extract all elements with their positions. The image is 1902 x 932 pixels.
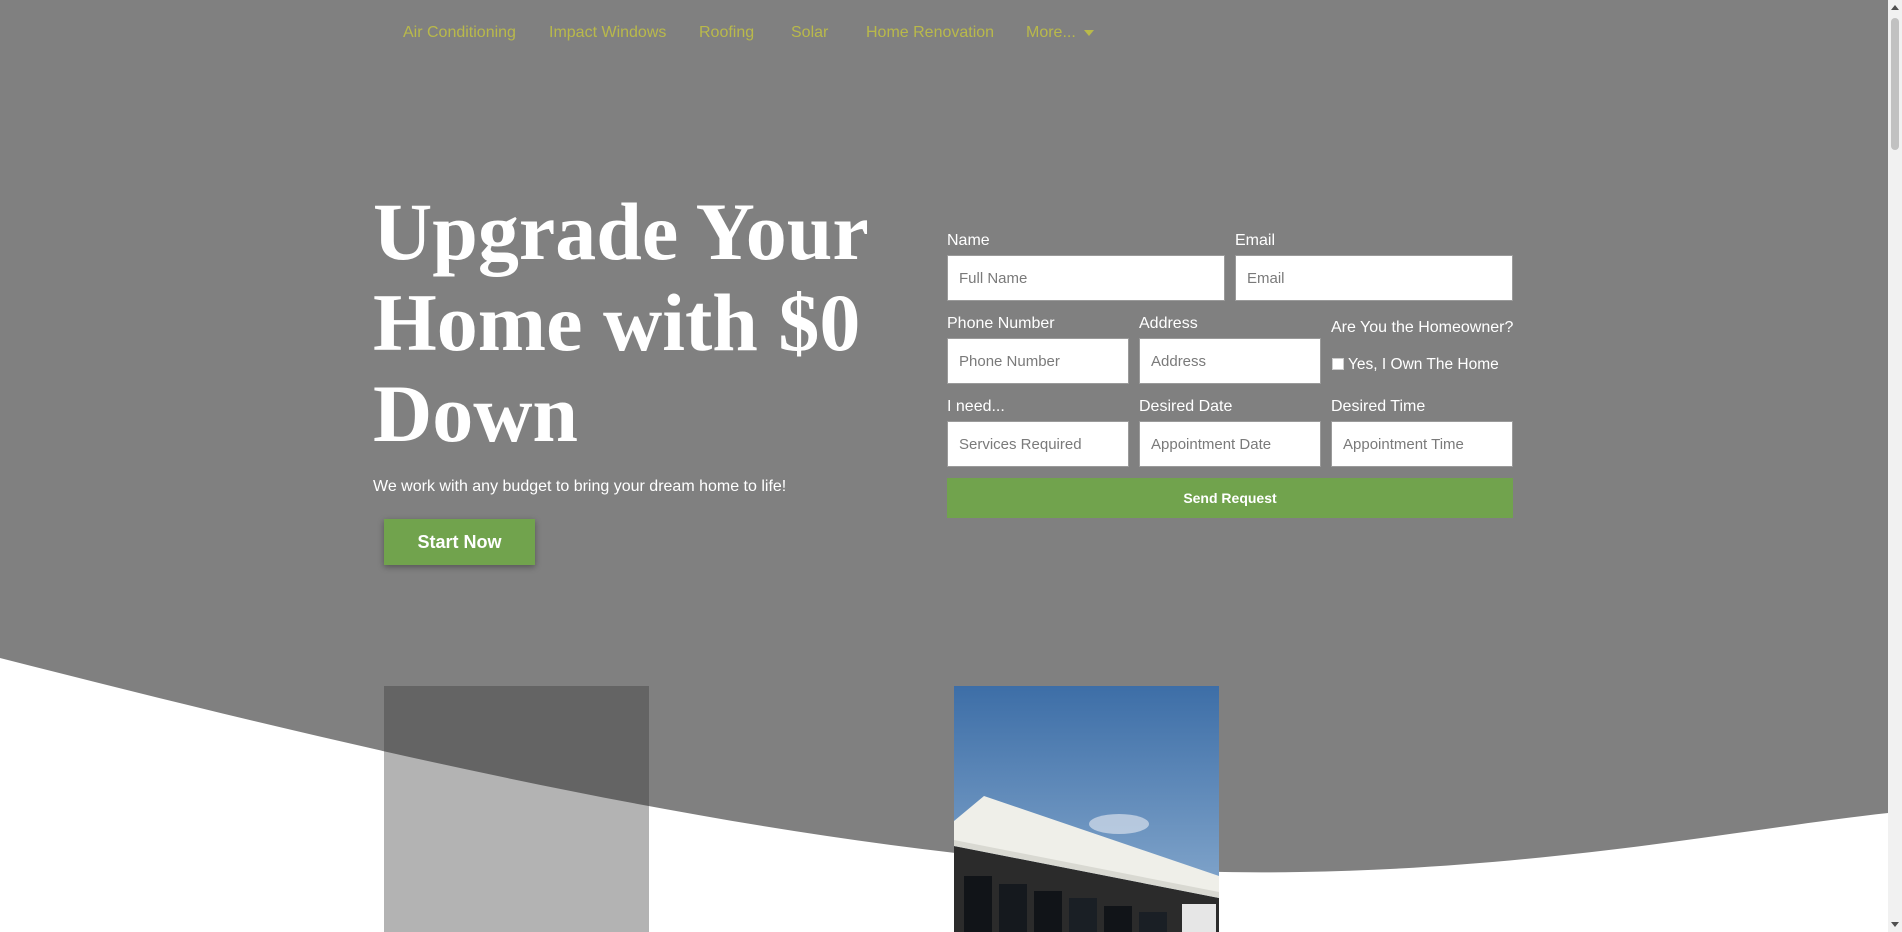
hero-subtitle: We work with any budget to bring your dr… bbox=[373, 478, 787, 495]
nav-item-solar[interactable]: Solar bbox=[791, 22, 828, 44]
phone-field[interactable] bbox=[947, 338, 1129, 384]
homeowner-checkbox-label[interactable]: Yes, I Own The Home bbox=[1348, 355, 1499, 375]
scrollbar-thumb[interactable] bbox=[1891, 18, 1899, 150]
time-label: Desired Time bbox=[1331, 398, 1426, 415]
nav-item-air-conditioning[interactable]: Air Conditioning bbox=[403, 22, 516, 44]
chevron-down-icon bbox=[1083, 29, 1094, 36]
nav-item-more[interactable]: More... bbox=[1026, 22, 1094, 44]
house-photo-graphic bbox=[954, 686, 1219, 932]
name-field[interactable] bbox=[947, 255, 1225, 301]
need-label: I need... bbox=[947, 398, 1005, 415]
nav-item-impact-windows[interactable]: Impact Windows bbox=[549, 22, 666, 44]
address-field[interactable] bbox=[1139, 338, 1321, 384]
nav-item-home-renovation[interactable]: Home Renovation bbox=[866, 22, 994, 44]
scroll-up-arrow-icon[interactable] bbox=[1891, 5, 1899, 10]
name-label: Name bbox=[947, 232, 990, 249]
address-label: Address bbox=[1139, 315, 1198, 332]
hero-wave-divider bbox=[0, 658, 1888, 932]
time-field[interactable] bbox=[1331, 421, 1513, 467]
nav-item-roofing[interactable]: Roofing bbox=[699, 22, 754, 44]
date-field[interactable] bbox=[1139, 421, 1321, 467]
send-request-button[interactable]: Send Request bbox=[947, 478, 1513, 518]
scroll-down-arrow-icon[interactable] bbox=[1891, 922, 1899, 927]
phone-label: Phone Number bbox=[947, 315, 1055, 332]
homeowner-label: Are You the Homeowner? bbox=[1331, 319, 1514, 336]
nav-item-more-label: More... bbox=[1026, 24, 1076, 41]
email-field[interactable] bbox=[1235, 255, 1513, 301]
image-placeholder bbox=[384, 686, 649, 932]
date-label: Desired Date bbox=[1139, 398, 1233, 415]
start-now-button[interactable]: Start Now bbox=[384, 519, 535, 565]
email-label: Email bbox=[1235, 232, 1276, 249]
services-field[interactable] bbox=[947, 421, 1129, 467]
homeowner-checkbox[interactable] bbox=[1332, 358, 1344, 370]
hero-headline: Upgrade Your Home with $0 Down bbox=[373, 186, 868, 459]
house-photo bbox=[954, 686, 1219, 932]
vertical-scrollbar[interactable] bbox=[1888, 0, 1902, 932]
